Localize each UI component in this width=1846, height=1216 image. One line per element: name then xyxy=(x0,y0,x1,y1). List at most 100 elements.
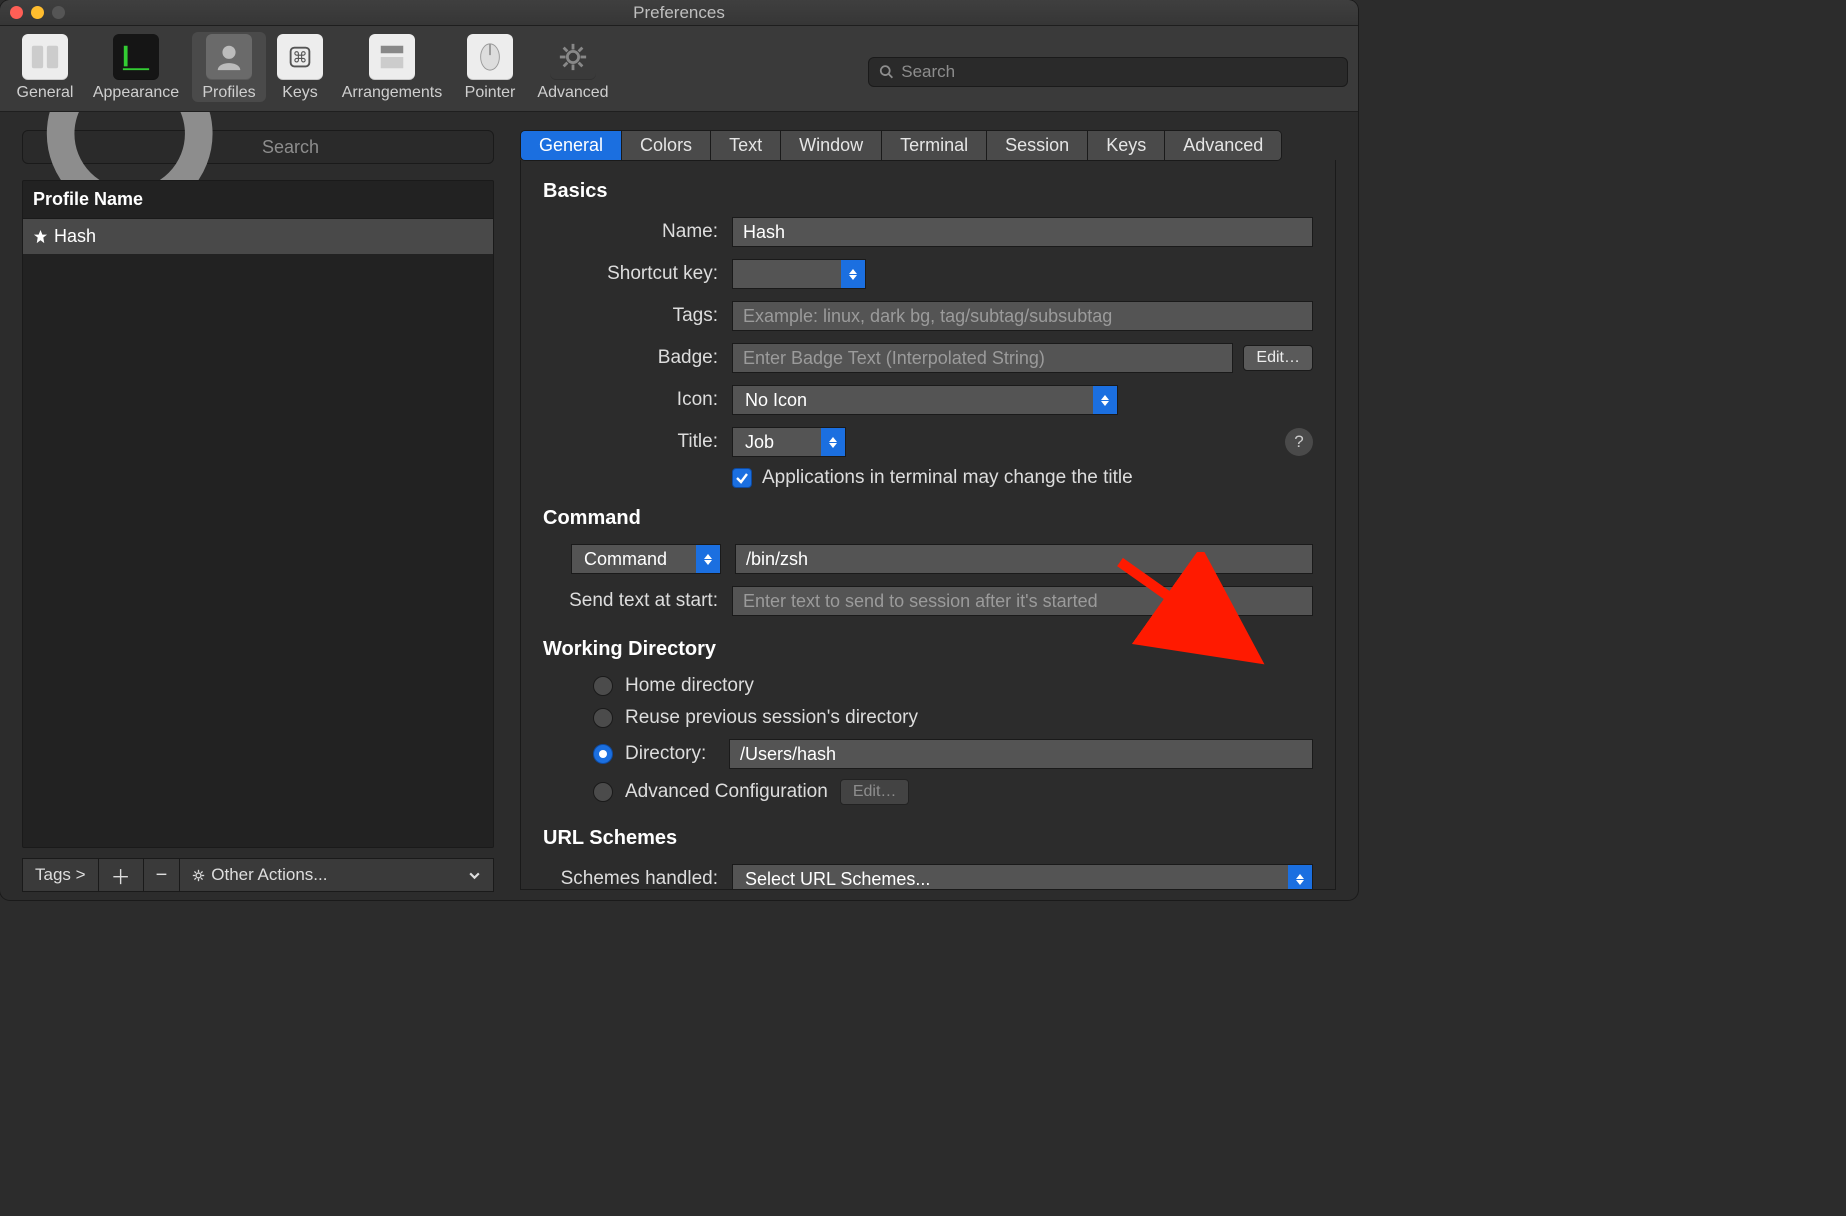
add-profile-button[interactable]: ＋ xyxy=(99,859,144,891)
profile-list: Profile Name Hash xyxy=(22,180,494,848)
tool-pointer[interactable]: Pointer xyxy=(456,32,524,102)
tab-text[interactable]: Text xyxy=(711,131,781,160)
tabs: General Colors Text Window Terminal Sess… xyxy=(520,130,1282,161)
tab-colors[interactable]: Colors xyxy=(622,131,711,160)
badge-label: Badge: xyxy=(543,347,718,369)
url-heading: URL Schemes xyxy=(543,827,1313,850)
wd-home-radio[interactable] xyxy=(593,676,613,696)
command-mode-value: Command xyxy=(572,549,679,570)
wd-advanced-radio[interactable] xyxy=(593,782,613,802)
profile-name: Hash xyxy=(54,226,96,247)
remove-profile-button[interactable]: − xyxy=(144,859,181,891)
wd-directory-radio[interactable] xyxy=(593,744,613,764)
shortcut-label: Shortcut key: xyxy=(543,263,718,285)
tab-terminal[interactable]: Terminal xyxy=(882,131,987,160)
stepper-arrows-icon xyxy=(821,428,845,456)
icon-select[interactable]: No Icon xyxy=(732,385,1118,415)
keys-icon: ⌘ xyxy=(277,34,323,80)
tool-label: Keys xyxy=(282,84,318,102)
gear-icon xyxy=(192,869,205,882)
apps-change-checkbox[interactable] xyxy=(732,468,752,488)
wd-heading: Working Directory xyxy=(543,638,1313,661)
svg-text:⌘: ⌘ xyxy=(293,50,308,67)
tool-advanced[interactable]: Advanced xyxy=(530,32,616,102)
profile-search[interactable] xyxy=(22,130,494,164)
send-text-input[interactable] xyxy=(732,586,1313,616)
tool-label: Profiles xyxy=(202,84,255,102)
profiles-icon xyxy=(206,34,252,80)
name-label: Name: xyxy=(543,221,718,243)
tool-label: General xyxy=(17,84,74,102)
titlebar: Preferences xyxy=(0,0,1358,26)
wd-reuse-radio[interactable] xyxy=(593,708,613,728)
tab-keys[interactable]: Keys xyxy=(1088,131,1165,160)
tool-label: Pointer xyxy=(465,84,516,102)
other-actions-button[interactable]: Other Actions... xyxy=(180,859,493,891)
sidebar-footer: Tags > ＋ − Other Actions... xyxy=(22,858,494,892)
tab-general[interactable]: General xyxy=(521,131,622,160)
command-mode-select[interactable]: Command xyxy=(571,544,721,574)
apps-change-label: Applications in terminal may change the … xyxy=(762,467,1133,489)
star-icon xyxy=(33,229,48,244)
url-label: Schemes handled: xyxy=(543,868,718,890)
tab-advanced[interactable]: Advanced xyxy=(1165,131,1281,160)
shortcut-select[interactable] xyxy=(732,259,866,289)
name-input[interactable] xyxy=(732,217,1313,247)
sidebar: Profile Name Hash Tags > ＋ − Other Actio… xyxy=(0,112,510,900)
search-icon xyxy=(879,64,893,79)
toolbar-search-input[interactable] xyxy=(901,62,1337,82)
icon-label: Icon: xyxy=(543,389,718,411)
wd-directory-input[interactable] xyxy=(729,739,1313,769)
title-label: Title: xyxy=(543,431,718,453)
traffic-lights xyxy=(10,6,65,19)
wd-directory-label: Directory: xyxy=(625,743,717,765)
send-text-label: Send text at start: xyxy=(543,590,718,612)
window-title: Preferences xyxy=(0,3,1358,23)
title-select[interactable]: Job xyxy=(732,427,846,457)
tags-button[interactable]: Tags > xyxy=(23,859,99,891)
tool-label: Advanced xyxy=(537,84,608,102)
tags-input[interactable] xyxy=(732,301,1313,331)
arrangements-icon xyxy=(369,34,415,80)
tool-keys[interactable]: ⌘ Keys xyxy=(272,32,328,102)
minimize-window-button[interactable] xyxy=(31,6,44,19)
tool-general[interactable]: General xyxy=(10,32,80,102)
wd-reuse-label: Reuse previous session's directory xyxy=(625,707,918,729)
panel: General Colors Text Window Terminal Sess… xyxy=(510,112,1358,900)
tags-label: Tags: xyxy=(543,305,718,327)
panel-content: Basics Name: Shortcut key: Tags: xyxy=(520,160,1336,890)
toolbar: General Appearance Profiles ⌘ Keys Arran… xyxy=(0,26,1358,112)
profile-search-input[interactable] xyxy=(262,137,483,158)
stepper-arrows-icon xyxy=(1093,386,1117,414)
command-input[interactable] xyxy=(735,544,1313,574)
tool-arrangements[interactable]: Arrangements xyxy=(334,32,450,102)
tool-label: Appearance xyxy=(93,84,179,102)
profile-row[interactable]: Hash xyxy=(23,219,493,254)
url-scheme-select[interactable]: Select URL Schemes... xyxy=(732,864,1313,890)
zoom-window-button[interactable] xyxy=(52,6,65,19)
command-heading: Command xyxy=(543,507,1313,530)
stepper-arrows-icon xyxy=(841,260,865,288)
tool-appearance[interactable]: Appearance xyxy=(86,32,186,102)
profile-header[interactable]: Profile Name xyxy=(23,181,493,219)
stepper-arrows-icon xyxy=(696,545,720,573)
stepper-arrows-icon xyxy=(1288,865,1312,890)
badge-input[interactable] xyxy=(732,343,1233,373)
wd-advanced-label: Advanced Configuration xyxy=(625,781,828,803)
url-scheme-value: Select URL Schemes... xyxy=(733,869,942,890)
wd-home-label: Home directory xyxy=(625,675,754,697)
badge-edit-button[interactable]: Edit… xyxy=(1243,345,1313,371)
advanced-icon xyxy=(550,34,596,80)
title-value: Job xyxy=(733,432,786,453)
pointer-icon xyxy=(467,34,513,80)
general-icon xyxy=(22,34,68,80)
tab-session[interactable]: Session xyxy=(987,131,1088,160)
basics-heading: Basics xyxy=(543,180,1313,203)
tool-profiles[interactable]: Profiles xyxy=(192,32,266,102)
close-window-button[interactable] xyxy=(10,6,23,19)
wd-edit-button[interactable]: Edit… xyxy=(840,779,910,805)
toolbar-search[interactable] xyxy=(868,57,1348,87)
help-button[interactable]: ? xyxy=(1285,428,1313,456)
tab-window[interactable]: Window xyxy=(781,131,882,160)
tool-label: Arrangements xyxy=(342,84,443,102)
